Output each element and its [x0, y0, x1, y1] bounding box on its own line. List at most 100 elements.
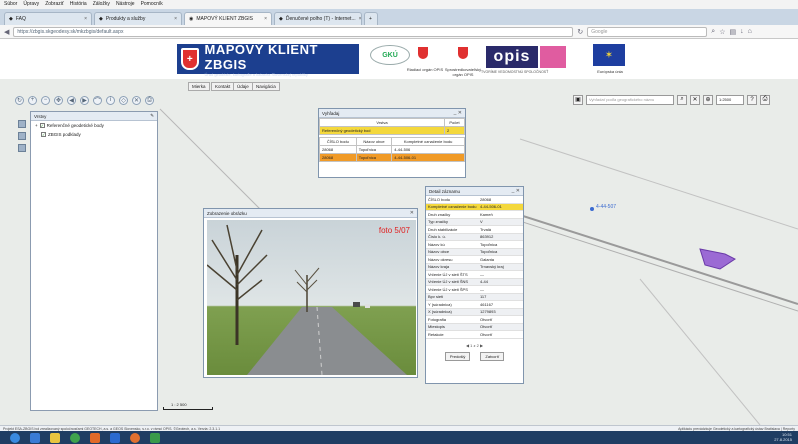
- next-page-icon[interactable]: ▶: [480, 343, 483, 348]
- close-icon[interactable]: ×: [84, 16, 87, 22]
- print-icon[interactable]: ⎙: [145, 95, 154, 105]
- page-icon: ◆: [9, 16, 13, 22]
- refresh-icon[interactable]: ↻: [15, 95, 24, 105]
- cell: Referenčný geodetický bod: [319, 126, 445, 135]
- start-button[interactable]: [10, 432, 20, 443]
- map-toolbar: ↻ + − ✥ ◀ ▶ ⌒ i ◇ ✕ ⎙: [15, 94, 154, 106]
- home-icon[interactable]: ⌂: [748, 28, 752, 35]
- new-tab-button[interactable]: +: [364, 12, 378, 25]
- explorer-icon[interactable]: [50, 432, 60, 443]
- firefox-icon[interactable]: [130, 432, 140, 443]
- clear-icon[interactable]: ✕: [690, 94, 700, 105]
- slovak-coat-icon: [456, 45, 470, 63]
- panel-header: Vrstvy ✎: [31, 112, 157, 121]
- help-icon[interactable]: ?: [747, 94, 757, 105]
- ie-icon[interactable]: [30, 432, 40, 443]
- menu-item[interactable]: Súbor: [4, 1, 17, 8]
- table-row[interactable]: 28068 Topoľnica 4-44-506: [319, 145, 465, 154]
- back-icon[interactable]: ◀: [67, 95, 76, 105]
- window-controls[interactable]: _ ✕: [512, 188, 520, 194]
- table-row-selected[interactable]: 28068 Topoľnica 4-44-506-01: [319, 153, 465, 162]
- open-description-link[interactable]: Otvoriť: [478, 324, 523, 329]
- expand-icon[interactable]: +: [35, 123, 38, 128]
- close-icon[interactable]: ✕: [410, 210, 414, 216]
- back-icon[interactable]: ◀: [4, 28, 9, 36]
- selected-parcel: [699, 248, 736, 270]
- close-icon[interactable]: ×: [359, 16, 361, 22]
- search-mode-icon[interactable]: ▣: [573, 94, 583, 105]
- opis-subtitle: TVORÍME VEDOMOSTNÚ SPOLOČNOSŤ: [481, 70, 549, 74]
- tab-kontakt[interactable]: Kontakt: [211, 82, 235, 91]
- system-tray: 10:51 27.8.2015: [774, 432, 792, 442]
- menu-item[interactable]: História: [70, 1, 87, 8]
- search-input[interactable]: Google: [587, 26, 708, 37]
- pager-text: 1 z 2: [470, 342, 479, 348]
- detail-rows: ČÍSLO bodu 28068 Kompletné označenie bodu…: [426, 196, 523, 339]
- layer-label: ZBGIS podklady: [48, 132, 81, 137]
- tab-udaje[interactable]: Údaje: [233, 82, 253, 91]
- chrome-icon[interactable]: [70, 432, 80, 443]
- zoom-icon[interactable]: ⊕: [703, 94, 713, 105]
- browser-tab[interactable]: ◆ Produkty a služby ×: [94, 12, 182, 25]
- pin-icon[interactable]: ✎: [150, 113, 154, 119]
- prev-button[interactable]: Predošlý: [444, 351, 471, 361]
- detail-row: Fotografia Otvoriť: [426, 316, 523, 324]
- layer-item[interactable]: ✓ ZBGIS podklady: [31, 130, 157, 139]
- open-link[interactable]: Otvoriť: [478, 332, 523, 337]
- menu-item[interactable]: Pomocník: [141, 1, 163, 8]
- window-header: Detail záznamu _ ✕: [426, 187, 523, 196]
- menu-item[interactable]: Zobraziť: [45, 1, 64, 8]
- search-icon[interactable]: ⌕: [677, 94, 687, 105]
- scale-select[interactable]: 1:2500: [716, 94, 744, 105]
- pan-icon[interactable]: ✥: [54, 95, 63, 105]
- close-button[interactable]: Zatvoriť: [480, 351, 505, 361]
- info-icon[interactable]: i: [106, 95, 115, 105]
- column-header: ČÍSLO bodu: [319, 137, 357, 146]
- detail-row: Druh značky Kameň: [426, 211, 523, 219]
- star-icon[interactable]: ☆: [719, 28, 725, 36]
- layers-icon[interactable]: [18, 120, 26, 128]
- scale-bar: 1 : 2 500: [163, 402, 213, 410]
- window-controls[interactable]: _ ✕: [454, 110, 462, 116]
- reload-icon[interactable]: ↻: [577, 28, 583, 36]
- menu-item[interactable]: Záložky: [93, 1, 110, 8]
- close-icon[interactable]: ×: [174, 16, 177, 22]
- bookmark-icon[interactable]: ▤: [729, 28, 736, 36]
- prev-page-icon[interactable]: ◀: [466, 343, 469, 348]
- url-field[interactable]: https://zbgis.skgeodesy.sk/mkzbgis/defau…: [13, 26, 574, 37]
- result-group-row[interactable]: Referenčný geodetický bod 2: [319, 126, 465, 135]
- clear-icon[interactable]: ✕: [132, 95, 141, 105]
- close-icon[interactable]: ×: [264, 16, 267, 22]
- browser-tab-active[interactable]: ◉ MAPOVÝ KLIENT ZBGIS ×: [184, 12, 272, 25]
- download-icon[interactable]: ↓: [740, 28, 744, 35]
- menu-item[interactable]: Úpravy: [23, 1, 39, 8]
- browser-tab[interactable]: ◆ Ďenučené polho (T) - Internet... ×: [274, 12, 362, 25]
- layer-checkbox[interactable]: ✓: [39, 123, 45, 128]
- layers-panel: Vrstvy ✎ + ✓ Referenčné geodetické body …: [30, 111, 158, 411]
- zoom-in-icon[interactable]: +: [28, 95, 37, 105]
- print-icon[interactable]: ⎙: [760, 94, 770, 105]
- zoom-out-icon[interactable]: −: [41, 95, 50, 105]
- place-search-input[interactable]: Vyhľadať podľa geografického názvu: [586, 94, 674, 105]
- excel-icon[interactable]: [150, 432, 160, 443]
- search-panel-icon[interactable]: [18, 144, 26, 152]
- layer-checkbox[interactable]: ✓: [41, 132, 46, 137]
- zbgis-logo[interactable]: + MAPOVÝ KLIENT ZBGIS Úrad geodézie, kar…: [177, 42, 359, 77]
- detail-row: ČÍSLO bodu 28068: [426, 196, 523, 204]
- office-icon[interactable]: [90, 432, 100, 443]
- layer-item[interactable]: + ✓ Referenčné geodetické body: [31, 121, 157, 130]
- browser-tab[interactable]: ◆ FAQ ×: [4, 12, 92, 25]
- tab-navigacia[interactable]: Navigácia: [252, 82, 280, 91]
- word-icon[interactable]: [110, 432, 120, 443]
- search-icon[interactable]: ⌕: [711, 28, 715, 36]
- tab-label: Produkty a služby: [105, 16, 146, 22]
- forward-icon[interactable]: ▶: [80, 95, 89, 105]
- tab-mierka[interactable]: Mierka: [188, 82, 210, 91]
- legend-icon[interactable]: [18, 132, 26, 140]
- measure-icon[interactable]: ⌒: [93, 95, 102, 105]
- tab-label: MAPOVÝ KLIENT ZBGIS: [196, 16, 253, 22]
- menu-item[interactable]: Nástroje: [116, 1, 135, 8]
- select-icon[interactable]: ◇: [119, 95, 128, 105]
- photo-scene: [207, 224, 407, 375]
- open-photo-link[interactable]: Otvoriť: [478, 317, 523, 322]
